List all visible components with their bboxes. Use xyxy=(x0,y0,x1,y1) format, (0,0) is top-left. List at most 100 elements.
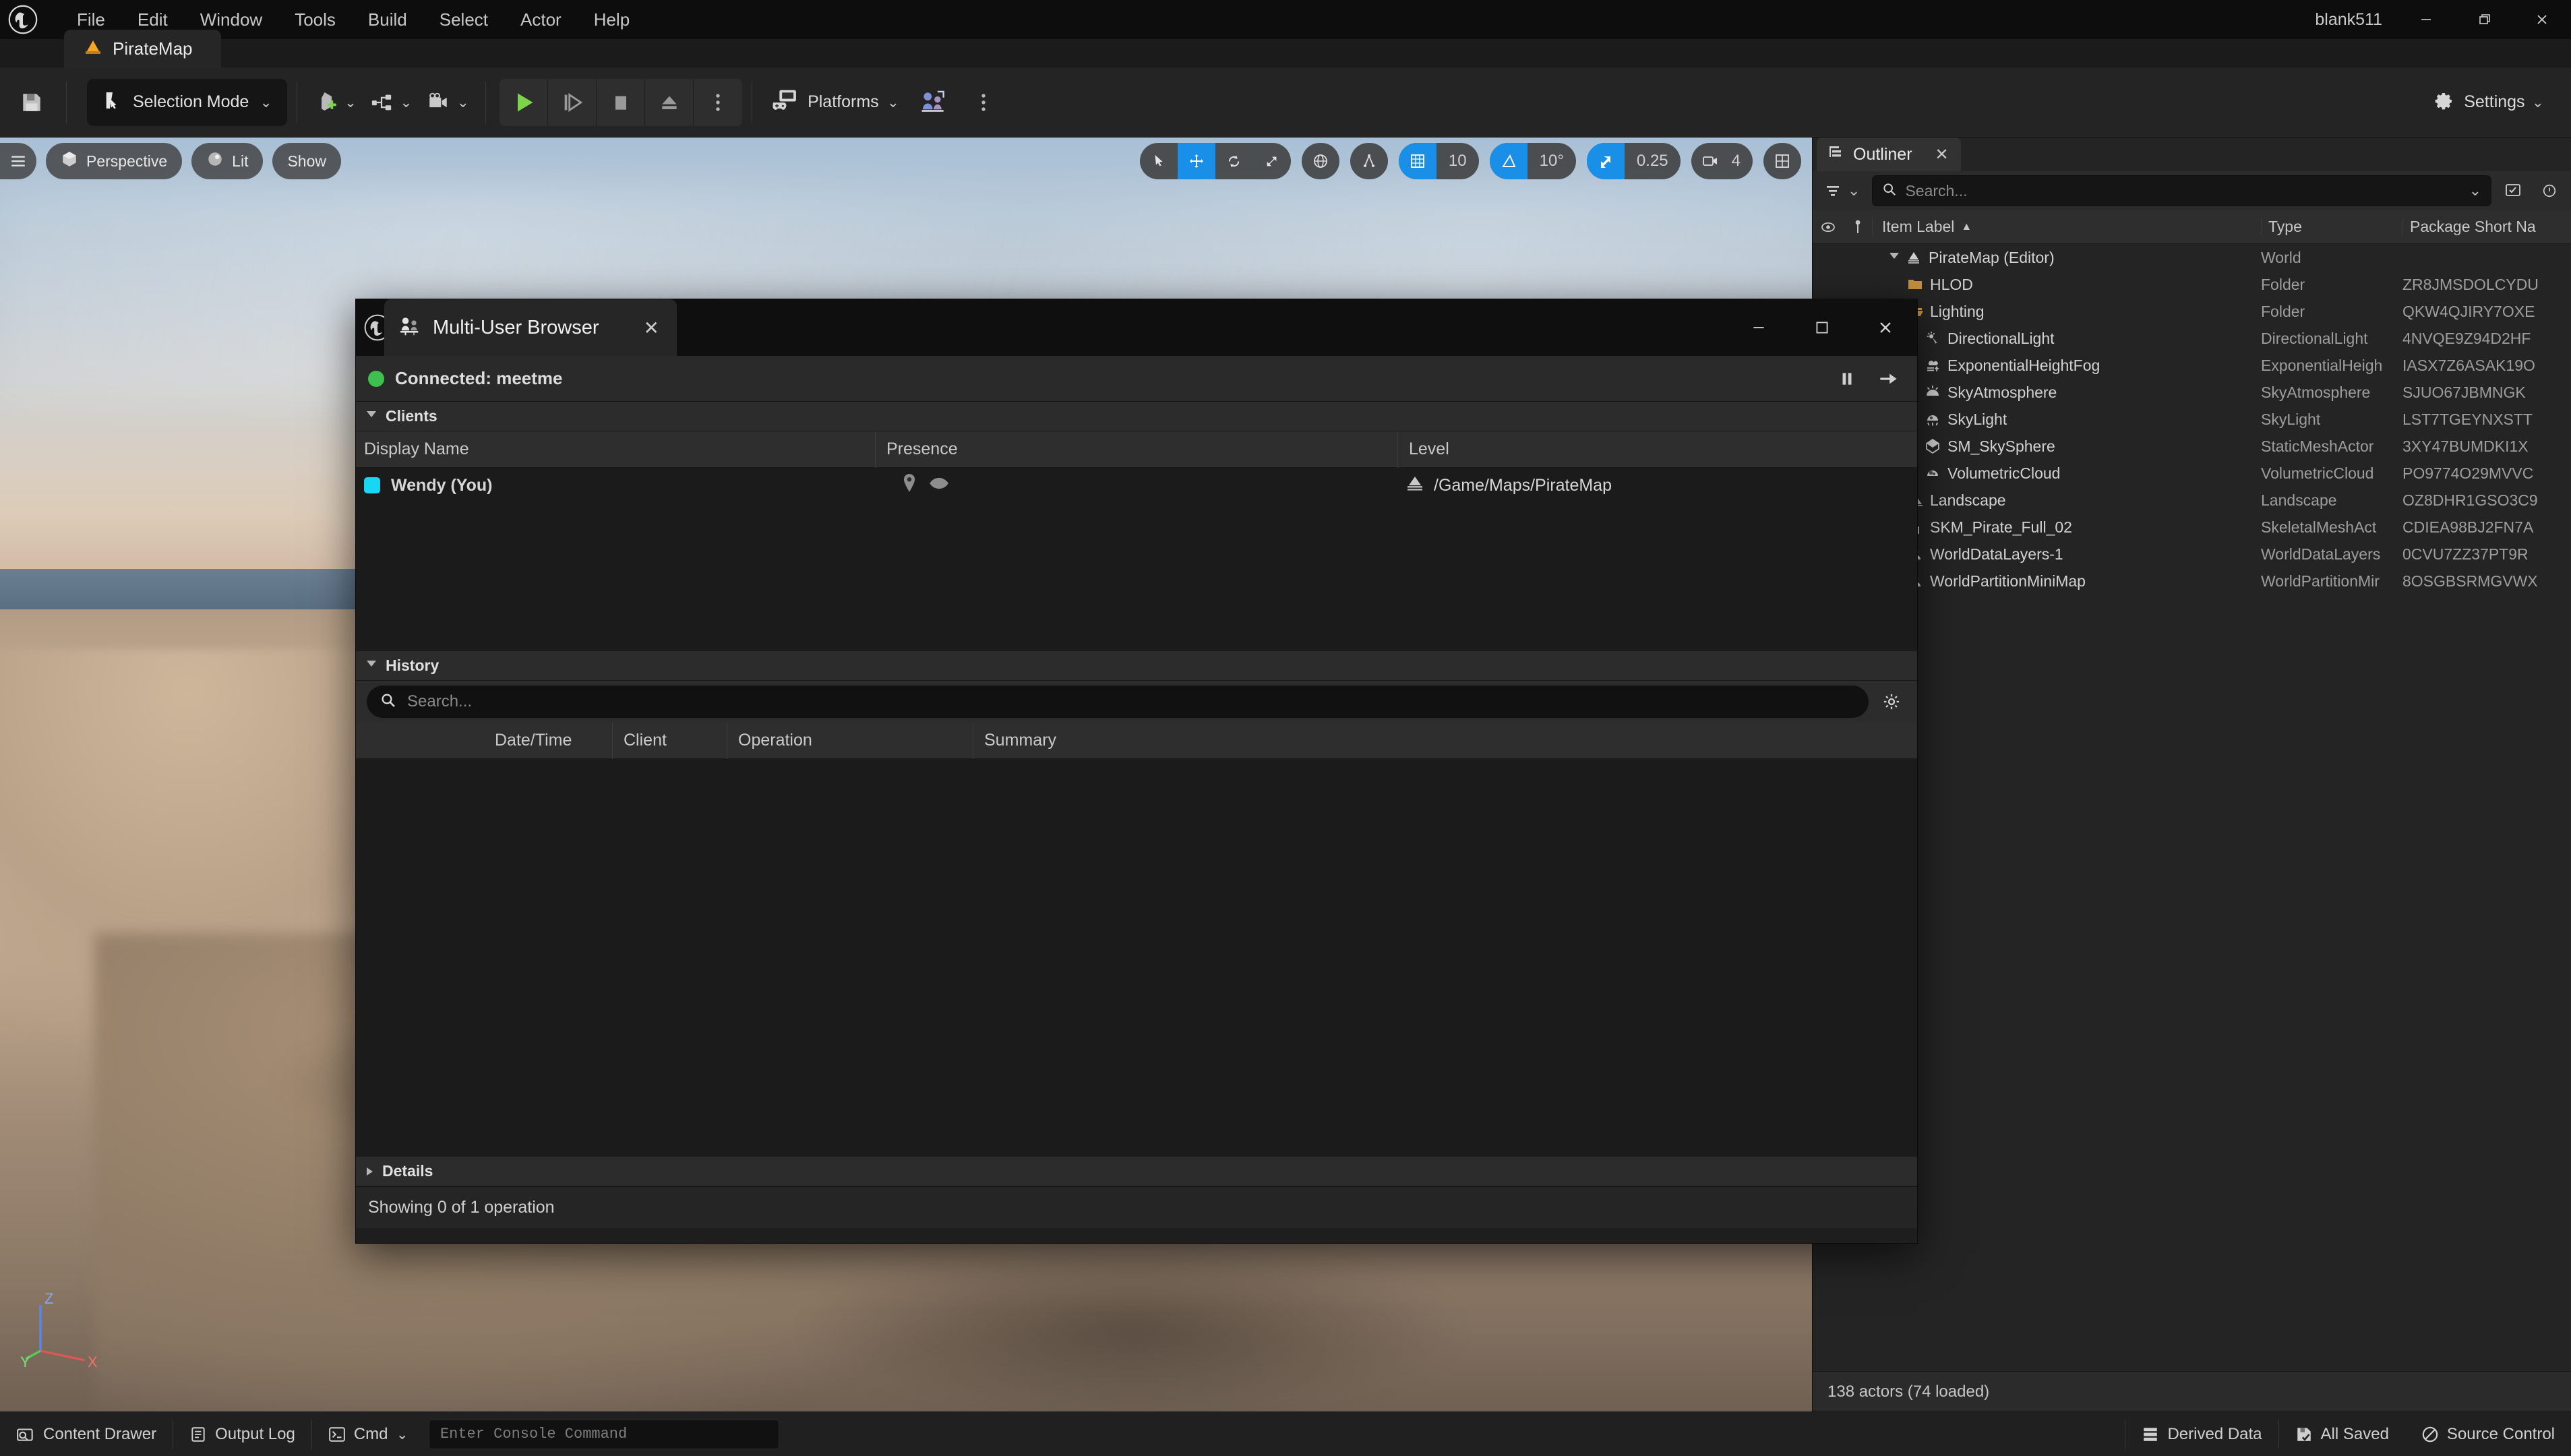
scale-snap-toggle[interactable] xyxy=(1586,143,1625,179)
viewport-perspective-label: Perspective xyxy=(86,152,168,170)
outliner-row[interactable]: SkyAtmosphere SkyAtmosphere SJUO67JBMNGK xyxy=(1813,379,2571,406)
display-name-column-header[interactable]: Display Name xyxy=(356,431,875,468)
outliner-row[interactable]: Lighting Folder QKW4QJIRY7OXE xyxy=(1813,298,2571,325)
close-icon[interactable]: ✕ xyxy=(644,317,659,339)
chevron-down-icon[interactable] xyxy=(1889,252,1899,263)
multi-user-button[interactable] xyxy=(911,80,956,125)
type-column-header[interactable]: Type xyxy=(2261,218,2402,236)
summary-column-header[interactable]: Summary xyxy=(973,722,1917,759)
blueprints-button[interactable]: ⌄ xyxy=(363,80,419,125)
viewport-menu-button[interactable] xyxy=(0,143,36,179)
tab-multi-user-browser[interactable]: Multi-User Browser ✕ xyxy=(384,299,677,356)
cinematics-button[interactable]: ⌄ xyxy=(419,80,476,125)
client-presence-cell xyxy=(875,468,1397,503)
skip-button[interactable] xyxy=(548,78,597,126)
derived-data-button[interactable]: Derived Data xyxy=(2125,1412,2278,1456)
level-column-header[interactable]: Level xyxy=(1397,431,1917,468)
outliner-row-label-cell: Lighting xyxy=(1872,303,2261,321)
viewport-layout-button[interactable] xyxy=(1763,143,1801,179)
multi-user-options-button[interactable] xyxy=(961,80,1006,125)
translate-tool-button[interactable] xyxy=(1177,143,1215,179)
viewport-lit-button[interactable]: Lit xyxy=(191,143,264,179)
history-search-input[interactable]: Search... xyxy=(367,686,1869,718)
angle-snap-value[interactable]: 10° xyxy=(1528,143,1576,179)
outliner-search-input[interactable]: Search... ⌄ xyxy=(1872,175,2491,206)
item-label-column-header[interactable]: Item Label ▲ xyxy=(1872,218,2261,236)
clients-section-header[interactable]: Clients xyxy=(356,402,1917,431)
history-settings-button[interactable] xyxy=(1877,686,1906,717)
level-tab-piratemap[interactable]: PirateMap xyxy=(64,30,221,67)
package-column-header[interactable]: Package Short Na xyxy=(2402,218,2571,236)
outliner-settings-button[interactable] xyxy=(2498,175,2528,206)
outliner-row[interactable]: DirectionalLight DirectionalLight 4NVQE9Z9… xyxy=(1813,325,2571,352)
operation-column-header[interactable]: Operation xyxy=(727,722,973,759)
add-actor-button[interactable]: ⌄ xyxy=(307,80,363,125)
outliner-row[interactable]: SM_SkySphere StaticMeshActor 3XY47BUMDKI1X xyxy=(1813,433,2571,460)
cmd-button[interactable]: Cmd ⌄ xyxy=(312,1412,425,1456)
pin-column-header[interactable] xyxy=(1844,219,1872,235)
grid-snap-value[interactable]: 10 xyxy=(1436,143,1479,179)
multi-user-maximize-button[interactable] xyxy=(1790,299,1854,356)
history-section-header[interactable]: History xyxy=(356,651,1917,681)
output-log-button[interactable]: Output Log xyxy=(173,1412,311,1456)
outliner-row[interactable]: VolumetricCloud VolumetricCloud PO9774O29M… xyxy=(1813,460,2571,487)
settings-button[interactable]: Settings ⌄ xyxy=(2422,80,2553,125)
source-control-button[interactable]: Source Control xyxy=(2405,1412,2571,1456)
directional-light-icon xyxy=(1925,330,1941,346)
grid-snap-toggle[interactable] xyxy=(1398,143,1436,179)
chevron-down-icon[interactable]: ⌄ xyxy=(2469,182,2481,200)
scale-tool-button[interactable] xyxy=(1253,143,1291,179)
client-column-header[interactable]: Client xyxy=(612,722,727,759)
stop-button[interactable] xyxy=(597,78,646,126)
pause-session-button[interactable] xyxy=(1828,360,1866,398)
console-command-input[interactable]: Enter Console Command xyxy=(428,1419,779,1449)
visibility-column-header[interactable] xyxy=(1813,220,1844,234)
camera-speed-value[interactable]: 4 xyxy=(1729,143,1753,179)
selection-mode-button[interactable]: Selection Mode ⌄ xyxy=(87,78,287,126)
outliner-row[interactable]: Landscape Landscape OZ8DHR1GSO3C9 xyxy=(1813,487,2571,514)
location-pin-icon[interactable] xyxy=(902,473,917,498)
select-tool-button[interactable] xyxy=(1140,143,1178,179)
close-icon[interactable]: ✕ xyxy=(1935,145,1949,164)
content-drawer-button[interactable]: Content Drawer xyxy=(0,1412,173,1456)
outliner-row[interactable]: WorldPartitionMiniMap WorldPartitionMir 8O… xyxy=(1813,568,2571,595)
surface-snap-button[interactable] xyxy=(1350,143,1388,179)
rotate-tool-button[interactable] xyxy=(1215,143,1253,179)
platforms-button[interactable]: Platforms ⌄ xyxy=(762,80,909,125)
presence-column-header[interactable]: Presence xyxy=(875,431,1397,468)
sky-atmosphere-icon xyxy=(1925,384,1941,400)
viewport-show-button[interactable]: Show xyxy=(272,143,342,179)
outliner-row[interactable]: SkyLight SkyLight LST7TGEYNXSTT xyxy=(1813,406,2571,433)
scale-snap-value[interactable]: 0.25 xyxy=(1625,143,1681,179)
outliner-row[interactable]: PirateMap (Editor) World xyxy=(1813,244,2571,271)
play-options-button[interactable] xyxy=(694,79,742,126)
play-button[interactable] xyxy=(500,78,549,126)
outliner-row[interactable]: HLOD Folder ZR8JMSDOLCYDU xyxy=(1813,271,2571,298)
outliner-row[interactable]: WorldDataLayers-1 WorldDataLayers 0CVU7ZZ3… xyxy=(1813,541,2571,568)
viewport-perspective-button[interactable]: Perspective xyxy=(46,143,183,179)
eject-button[interactable] xyxy=(645,78,694,126)
all-saved-button[interactable]: All Saved xyxy=(2279,1412,2405,1456)
history-section-label: History xyxy=(386,657,440,674)
multi-user-close-button[interactable] xyxy=(1854,299,1917,356)
camera-speed-button[interactable] xyxy=(1691,143,1729,179)
tab-outliner[interactable]: Outliner ✕ xyxy=(1817,138,1961,171)
outliner-row-package: 0CVU7ZZ37PT9R xyxy=(2402,545,2529,563)
save-button[interactable] xyxy=(9,80,54,125)
datetime-column-header[interactable]: Date/Time xyxy=(484,723,612,759)
client-row[interactable]: Wendy (You) /Game/Maps/PirateMap xyxy=(356,468,1917,503)
outliner-row[interactable]: ExponentialHeightFog ExponentialHeigh IASX… xyxy=(1813,352,2571,379)
coordinate-system-button[interactable] xyxy=(1301,143,1339,179)
outliner-tab-label: Outliner xyxy=(1853,144,1912,164)
outliner-options-button[interactable] xyxy=(2535,175,2564,206)
details-section-header[interactable]: Details xyxy=(356,1157,1917,1186)
eye-icon[interactable] xyxy=(929,476,949,495)
session-actions xyxy=(1828,360,1908,398)
angle-snap-toggle[interactable] xyxy=(1489,143,1528,179)
leave-session-button[interactable] xyxy=(1870,360,1908,398)
outliner-row[interactable]: SKM_Pirate_Full_02 SkeletalMeshAct CDIEA98… xyxy=(1813,514,2571,541)
multi-user-minimize-button[interactable] xyxy=(1727,299,1790,356)
multi-user-icon xyxy=(399,316,422,340)
outliner-filter-button[interactable]: ⌄ xyxy=(1819,175,1865,206)
platforms-label: Platforms xyxy=(808,92,879,111)
